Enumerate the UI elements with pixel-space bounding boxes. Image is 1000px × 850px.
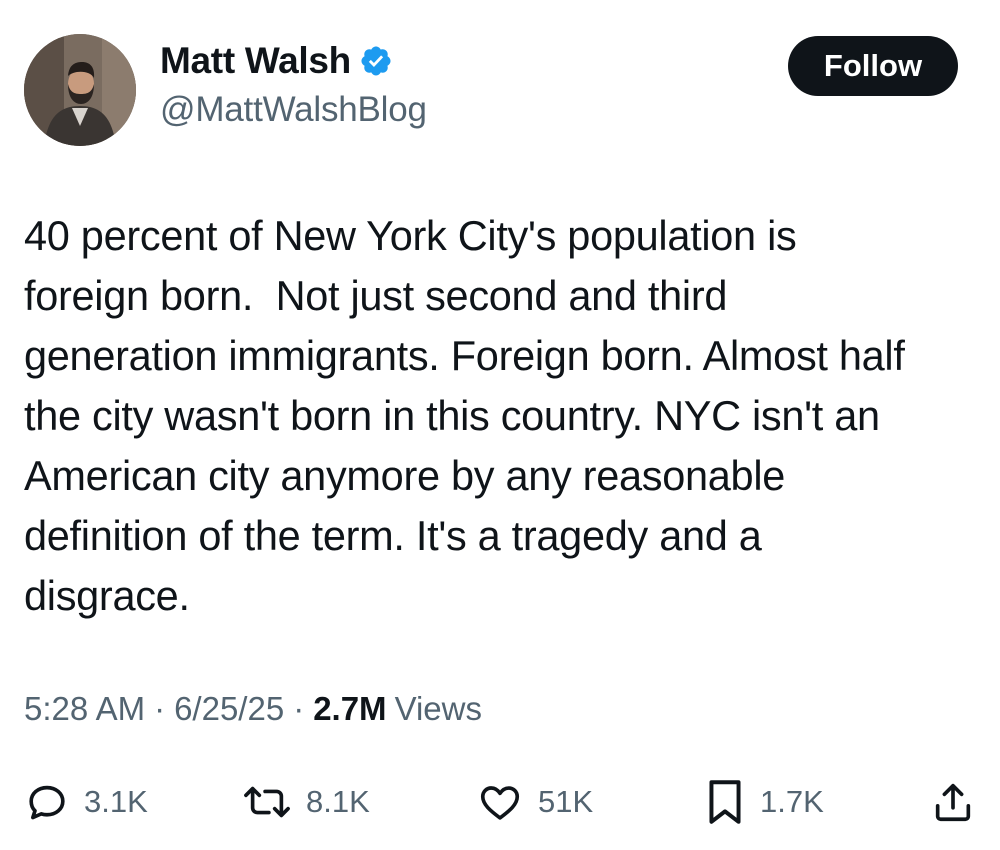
repost-icon (242, 779, 292, 825)
reply-button[interactable]: 3.1K (24, 772, 148, 832)
author-name-row: Matt Walsh (160, 40, 393, 82)
views-label[interactable]: Views (395, 690, 482, 728)
heart-icon (476, 779, 524, 825)
bookmark-icon (704, 777, 746, 827)
tweet-time[interactable]: 5:28 AM (24, 690, 145, 728)
repost-count: 8.1K (306, 784, 370, 819)
bookmark-button[interactable]: 1.7K (704, 772, 824, 832)
verified-badge-icon[interactable] (359, 44, 393, 78)
tweet-meta: 5:28 AM · 6/25/25 · 2.7M Views (24, 690, 482, 728)
meta-separator: · (154, 690, 166, 727)
avatar[interactable] (24, 34, 136, 146)
author-name[interactable]: Matt Walsh (160, 40, 351, 82)
meta-separator: · (293, 690, 305, 727)
tweet-date[interactable]: 6/25/25 (174, 690, 284, 728)
like-button[interactable]: 51K (476, 772, 593, 832)
avatar-photo (24, 34, 136, 146)
tweet-text: 40 percent of New York City's population… (24, 212, 905, 619)
reply-count: 3.1K (84, 784, 148, 819)
reply-icon (24, 779, 70, 825)
share-icon (930, 778, 976, 826)
share-button[interactable] (930, 772, 976, 832)
repost-button[interactable]: 8.1K (242, 772, 370, 832)
action-bar: 3.1K 8.1K 51K 1.7K (24, 772, 976, 832)
author-handle[interactable]: @MattWalshBlog (160, 90, 427, 130)
bookmark-count: 1.7K (760, 784, 824, 819)
views-count[interactable]: 2.7M (313, 690, 386, 728)
like-count: 51K (538, 784, 594, 819)
follow-button[interactable]: Follow (788, 36, 958, 96)
